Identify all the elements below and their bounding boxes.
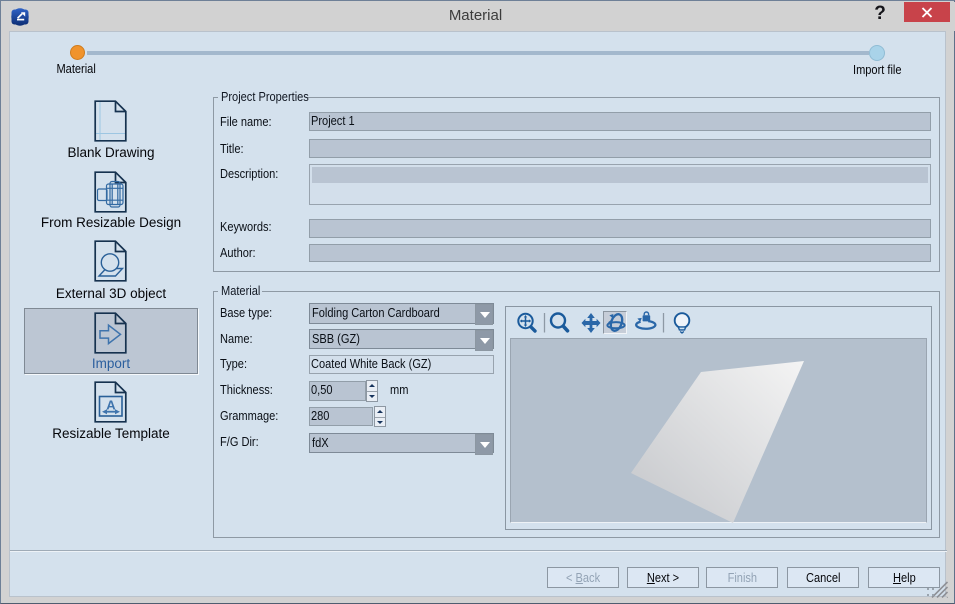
svg-text:A: A: [106, 398, 116, 413]
